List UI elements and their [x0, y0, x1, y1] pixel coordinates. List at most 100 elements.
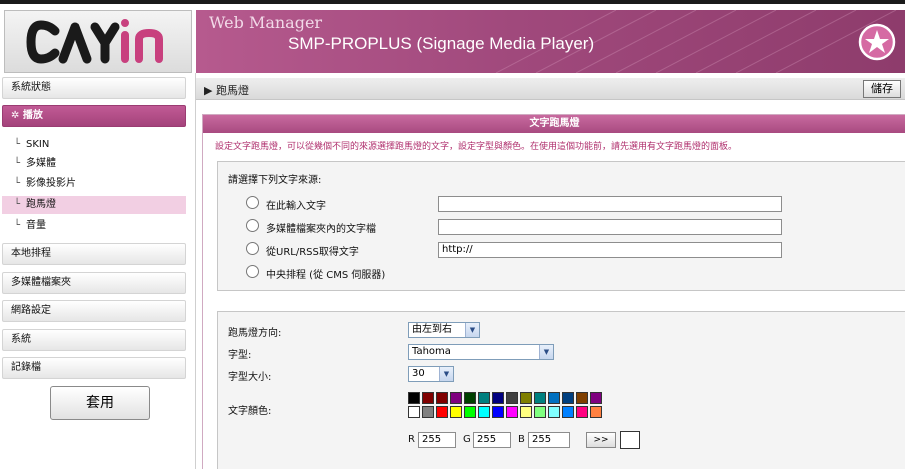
- color-swatch[interactable]: [450, 406, 462, 418]
- color-swatch[interactable]: [548, 392, 560, 404]
- device-name: SMP-PROPLUS (Signage Media Player): [288, 34, 595, 53]
- sidebar-item-system[interactable]: 系統: [2, 329, 186, 351]
- source-label-input-text: 在此輸入文字: [266, 201, 326, 212]
- direction-value: 由左到右: [412, 324, 452, 335]
- sidebar-subitem-multimedia[interactable]: └ 多媒體: [2, 155, 186, 173]
- color-swatch[interactable]: [576, 406, 588, 418]
- source-label-url-rss: 從URL/RSS取得文字: [266, 247, 359, 258]
- sidebar-item-label: 跑馬燈: [26, 199, 56, 210]
- text-color-label: 文字顏色:: [228, 406, 272, 417]
- font-select[interactable]: Tahoma ▼: [408, 344, 554, 360]
- chevron-down-icon: ▼: [439, 367, 453, 381]
- font-size-select[interactable]: 30 ▼: [408, 366, 454, 382]
- source-radio-cms[interactable]: [246, 265, 259, 278]
- app-title: Web Manager: [209, 13, 323, 32]
- gear-icon: ✲: [11, 110, 23, 121]
- color-swatch[interactable]: [548, 406, 560, 418]
- color-swatch[interactable]: [520, 406, 532, 418]
- color-swatch[interactable]: [422, 406, 434, 418]
- color-swatch[interactable]: [436, 406, 448, 418]
- source-label-cms: 中央排程 (從 CMS 伺服器): [266, 270, 386, 281]
- sidebar-item-label: 音量: [26, 220, 46, 231]
- color-swatch[interactable]: [478, 406, 490, 418]
- color-swatch[interactable]: [422, 392, 434, 404]
- r-input[interactable]: 255: [418, 432, 456, 448]
- sidebar-item-label: 系統狀態: [11, 82, 51, 93]
- sidebar-item-label: 記錄檔: [11, 362, 41, 373]
- sub-arrow-icon: └: [14, 199, 21, 210]
- source-radio-media-file[interactable]: [246, 219, 259, 232]
- sidebar-subitem-ticker[interactable]: └ 跑馬燈: [2, 196, 186, 214]
- sidebar-subitem-slideshow[interactable]: └ 影像投影片: [2, 175, 186, 193]
- chevron-down-icon: ▼: [539, 345, 553, 359]
- star-badge-icon: [858, 23, 896, 61]
- panel-description: 設定文字跑馬燈，可以從幾個不同的來源選擇跑馬燈的文字，設定字型與顏色。在使用這個…: [215, 142, 738, 152]
- color-swatch[interactable]: [408, 406, 420, 418]
- b-label: B: [518, 434, 525, 445]
- color-swatch[interactable]: [562, 392, 574, 404]
- app-header: Web Manager SMP-PROPLUS (Signage Media P…: [0, 0, 905, 73]
- sub-arrow-icon: └: [14, 139, 21, 150]
- color-swatch[interactable]: [590, 406, 602, 418]
- g-input[interactable]: 255: [473, 432, 511, 448]
- ticker-text-input[interactable]: [438, 196, 782, 212]
- color-swatch[interactable]: [436, 392, 448, 404]
- sidebar-item-label: 播放: [22, 110, 43, 121]
- r-label: R: [408, 434, 415, 445]
- save-button[interactable]: 儲存: [863, 80, 901, 98]
- sidebar-item-label: 多媒體檔案夾: [11, 277, 71, 288]
- sidebar-item-playback[interactable]: ✲ 播放: [2, 105, 186, 127]
- sidebar-item-local-schedule[interactable]: 本地排程: [2, 243, 186, 265]
- color-swatch[interactable]: [492, 392, 504, 404]
- breadcrumb-current: 跑馬燈: [215, 84, 249, 97]
- color-swatch[interactable]: [534, 392, 546, 404]
- color-preview: [620, 431, 640, 449]
- apply-color-button[interactable]: >>: [586, 432, 616, 448]
- sidebar-item-status[interactable]: 系統狀態: [2, 77, 186, 99]
- color-swatch[interactable]: [464, 406, 476, 418]
- cayin-logo: [26, 19, 163, 64]
- color-swatch[interactable]: [562, 406, 574, 418]
- sub-arrow-icon: └: [14, 178, 21, 189]
- source-heading: 請選擇下列文字來源:: [228, 175, 322, 186]
- sidebar-item-label: 本地排程: [11, 248, 51, 259]
- media-file-input[interactable]: [438, 219, 782, 235]
- chevron-down-icon: ▼: [465, 323, 479, 337]
- color-swatch[interactable]: [590, 392, 602, 404]
- direction-select[interactable]: 由左到右 ▼: [408, 322, 480, 338]
- sidebar-subitem-skin[interactable]: └ SKIN: [2, 136, 186, 154]
- b-input[interactable]: 255: [528, 432, 570, 448]
- panel-title: 文字跑馬燈: [203, 115, 905, 133]
- sub-arrow-icon: └: [14, 158, 21, 169]
- sub-arrow-icon: └: [14, 220, 21, 231]
- sidebar-subitem-volume[interactable]: └ 音量: [2, 217, 186, 235]
- source-radio-url-rss[interactable]: [246, 242, 259, 255]
- toolbar: ▶ 跑馬燈 儲存: [196, 78, 905, 100]
- sidebar-item-media-folder[interactable]: 多媒體檔案夾: [2, 272, 186, 294]
- sidebar-item-label: SKIN: [26, 139, 50, 150]
- logo: [4, 10, 192, 73]
- sidebar: 系統狀態 ✲ 播放 └ SKIN └ 多媒體 └ 影像投影片 └ 跑馬燈 └ 音量 本地排…: [0, 73, 196, 469]
- font-size-value: 30: [412, 368, 425, 379]
- color-swatch[interactable]: [576, 392, 588, 404]
- apply-button[interactable]: 套用: [50, 386, 150, 420]
- sidebar-item-label: 網路設定: [11, 305, 51, 316]
- font-label: 字型:: [228, 350, 252, 361]
- color-swatch[interactable]: [534, 406, 546, 418]
- color-swatch[interactable]: [408, 392, 420, 404]
- color-swatch[interactable]: [492, 406, 504, 418]
- color-swatch[interactable]: [478, 392, 490, 404]
- color-swatch[interactable]: [520, 392, 532, 404]
- color-swatch[interactable]: [506, 406, 518, 418]
- source-radio-input-text[interactable]: [246, 196, 259, 209]
- color-swatch[interactable]: [464, 392, 476, 404]
- color-swatch[interactable]: [450, 392, 462, 404]
- sidebar-item-logs[interactable]: 記錄檔: [2, 357, 186, 379]
- url-rss-input[interactable]: http://: [438, 242, 782, 258]
- g-label: G: [463, 434, 471, 445]
- color-swatch[interactable]: [506, 392, 518, 404]
- sidebar-item-label: 系統: [11, 334, 31, 345]
- sidebar-item-network[interactable]: 網路設定: [2, 300, 186, 322]
- direction-label: 跑馬燈方向:: [228, 328, 282, 339]
- sidebar-item-label: 影像投影片: [26, 178, 76, 189]
